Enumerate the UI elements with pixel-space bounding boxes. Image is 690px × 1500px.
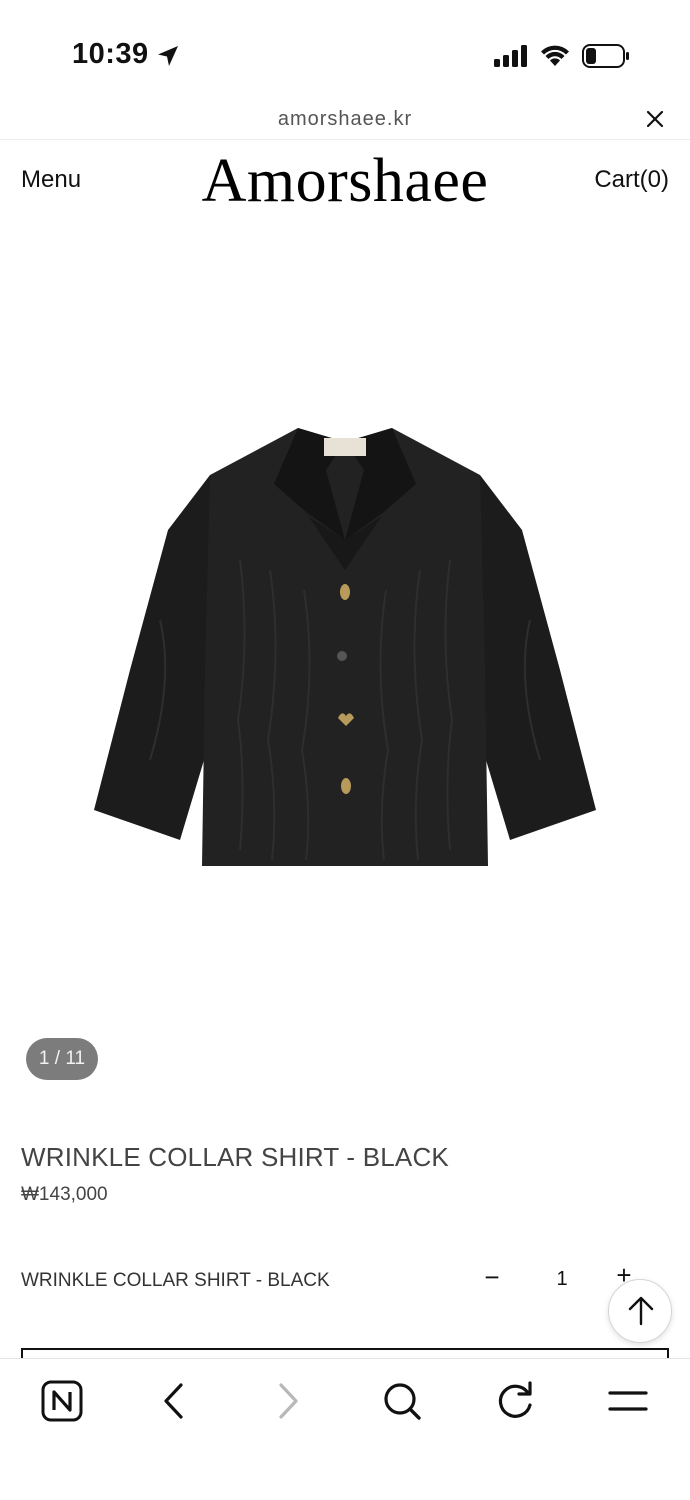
naver-home-icon: [41, 1380, 83, 1422]
quantity-decrease-button[interactable]: −: [480, 1262, 504, 1292]
url-text[interactable]: amorshaee.kr: [0, 108, 690, 131]
menu-button[interactable]: [606, 1379, 650, 1423]
product-image-gallery[interactable]: 1 / 11: [0, 230, 690, 1110]
product-title: WRINKLE COLLAR SHIRT - BLACK: [21, 1142, 449, 1172]
search-button[interactable]: [380, 1379, 424, 1423]
product-price: ₩143,000: [21, 1184, 108, 1205]
naver-home-button[interactable]: [40, 1379, 84, 1423]
quantity-value: 1: [556, 1268, 568, 1290]
forward-button[interactable]: [266, 1379, 310, 1423]
cart-link[interactable]: Cart(0): [594, 166, 669, 194]
reload-button[interactable]: [493, 1379, 537, 1423]
menu-icon: [608, 1391, 648, 1411]
location-arrow-icon: [158, 46, 178, 66]
browser-toolbar: [0, 1358, 690, 1500]
forward-icon: [279, 1383, 298, 1419]
scroll-to-top-button[interactable]: [608, 1279, 672, 1343]
signal-icon: [494, 45, 527, 67]
status-time: 10:39: [72, 38, 149, 70]
site-header: Menu Amorshaee Cart(0): [0, 140, 690, 230]
product-image[interactable]: [90, 420, 600, 870]
url-bar[interactable]: amorshaee.kr: [0, 100, 690, 140]
image-counter: 1 / 11: [26, 1038, 98, 1080]
status-bar: 10:39: [0, 0, 690, 100]
close-icon[interactable]: [644, 108, 666, 130]
arrow-up-icon: [628, 1296, 654, 1326]
reload-icon: [498, 1381, 532, 1418]
search-icon: [384, 1383, 421, 1420]
wifi-icon: [541, 45, 569, 66]
site-logo[interactable]: Amorshaee: [0, 146, 690, 217]
battery-icon: [582, 44, 629, 68]
back-icon: [164, 1383, 183, 1419]
option-name: WRINKLE COLLAR SHIRT - BLACK: [21, 1270, 330, 1291]
back-button[interactable]: [152, 1379, 196, 1423]
